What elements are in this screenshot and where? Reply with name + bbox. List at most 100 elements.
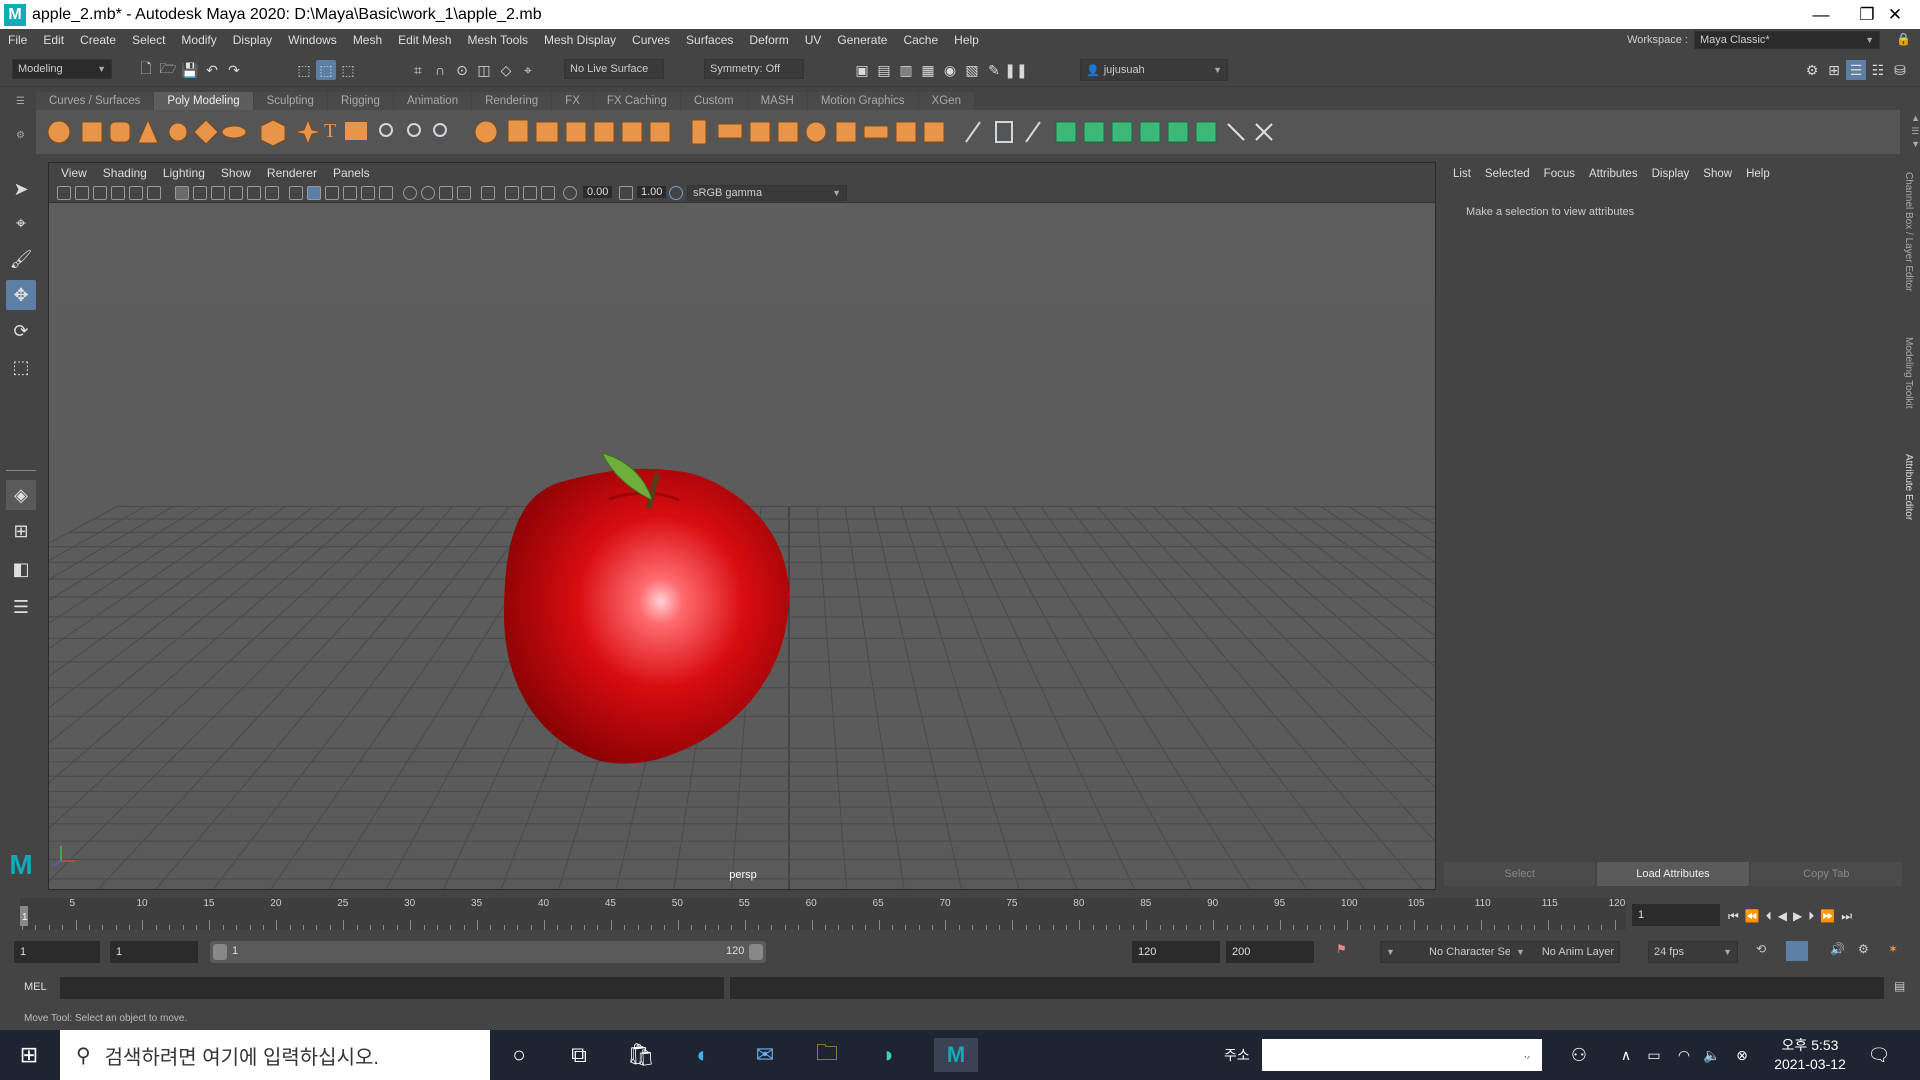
two-view-layout-icon[interactable]: ◧ [6, 554, 36, 584]
paint-select-tool-icon[interactable]: 🖌 [6, 244, 36, 274]
select-button[interactable]: Select [1444, 862, 1596, 886]
hypershade-icon[interactable]: ◉ [940, 60, 960, 80]
attr-menu-selected[interactable]: Selected [1478, 168, 1537, 180]
app-icon[interactable]: ◗ [872, 1038, 906, 1072]
attr-menu-attributes[interactable]: Attributes [1582, 168, 1645, 180]
shelf-menu-icon[interactable]: ☰ [16, 96, 25, 107]
smooth-shade-icon[interactable] [307, 186, 321, 200]
people-icon[interactable]: ⚇ [1566, 1038, 1592, 1072]
outliner-layout-icon[interactable]: ☰ [6, 592, 36, 622]
two-d-pan-zoom-icon[interactable] [129, 186, 143, 200]
wireframe-icon[interactable] [289, 186, 303, 200]
shelf-tab-rigging[interactable]: Rigging [327, 92, 393, 110]
sound-icon[interactable]: 🔊 [1830, 942, 1845, 956]
lock-icon[interactable]: 🔒 [1896, 32, 1911, 46]
range-end-handle[interactable] [749, 944, 763, 960]
shelf-tab-motion-graphics[interactable]: Motion Graphics [807, 92, 918, 110]
shelf-tab-curves-surfaces[interactable]: Curves / Surfaces [36, 92, 154, 110]
script-editor-icon[interactable]: ▤ [1894, 979, 1905, 993]
loop-icon[interactable]: ⟲ [1756, 942, 1766, 956]
menu-file[interactable]: File [0, 33, 35, 47]
symmetry-dropdown[interactable]: Symmetry: Off [704, 59, 804, 79]
play-forwards-icon[interactable]: ▶ [1793, 909, 1802, 923]
playback-start-field[interactable]: 1 [110, 941, 198, 963]
menu-help[interactable]: Help [946, 33, 987, 47]
file-explorer-icon[interactable]: 🗀 [810, 1038, 844, 1072]
load-attributes-button[interactable]: Load Attributes [1597, 862, 1749, 886]
new-scene-icon[interactable]: 🗋 [136, 60, 156, 80]
shadows-icon[interactable] [379, 186, 393, 200]
anim-layer-dropdown[interactable]: ▼ No Anim Layer [1510, 941, 1620, 963]
minimize-button[interactable]: — [1798, 0, 1844, 29]
menu-modify[interactable]: Modify [173, 33, 224, 47]
gate-mask-icon[interactable] [229, 186, 243, 200]
fps-dropdown[interactable]: 24 fps ▼ [1648, 941, 1738, 963]
go-to-end-icon[interactable]: ⏭ [1841, 909, 1852, 924]
light-editor-icon[interactable]: ✎ [984, 60, 1004, 80]
pause-viewport-icon[interactable]: ❚❚ [1004, 60, 1027, 80]
system-clock[interactable]: 오후 5:53 2021-03-12 [1770, 1036, 1850, 1074]
single-perspective-layout-icon[interactable]: ◈ [6, 480, 36, 510]
maya-taskbar-icon[interactable]: M [934, 1038, 978, 1072]
tab-modeling-toolkit[interactable]: Modeling Toolkit [1903, 337, 1914, 409]
battery-icon[interactable]: ▭ [1642, 1038, 1666, 1072]
viewport-menu-lighting[interactable]: Lighting [155, 166, 213, 180]
animation-end-field[interactable]: 200 [1226, 941, 1314, 963]
shelf-options-icon[interactable]: ⚙ [16, 130, 25, 141]
ipr-render-icon[interactable]: ▥ [896, 60, 916, 80]
grid-toggle-icon[interactable] [175, 186, 189, 200]
step-forward-frame-icon[interactable]: ⏵ [1808, 909, 1814, 924]
range-slider-bar[interactable]: 1 120 [210, 941, 766, 963]
taskbar-search-box[interactable]: ⚲ 검색하려면 여기에 입력하십시오. [60, 1030, 490, 1080]
depth-of-field-icon[interactable] [457, 186, 471, 200]
color-space-dropdown[interactable]: sRGB gamma ▼ [687, 185, 847, 201]
shelf-scroll-icon[interactable]: ▲ ☰ ▼ [1911, 112, 1920, 151]
menu-mesh-display[interactable]: Mesh Display [536, 33, 624, 47]
safe-action-icon[interactable] [265, 186, 279, 200]
camera-select-icon[interactable] [57, 186, 71, 200]
snap-curve-icon[interactable]: ∩ [430, 60, 450, 80]
resolution-gate-icon[interactable] [211, 186, 225, 200]
cortana-icon[interactable]: ○ [502, 1038, 536, 1072]
select-component-icon[interactable]: ⬚ [338, 60, 358, 80]
undo-icon[interactable]: ↶ [202, 60, 222, 80]
tab-attribute-editor[interactable]: Attribute Editor [1903, 454, 1914, 520]
attr-menu-focus[interactable]: Focus [1537, 168, 1582, 180]
modeling-toolkit-toggle-icon[interactable]: ⚙ [1802, 60, 1822, 80]
exposure-value[interactable]: 0.00 [583, 186, 613, 198]
wifi-icon[interactable]: ◠ [1672, 1038, 1696, 1072]
workspace-dropdown[interactable]: Maya Classic* ▼ [1694, 31, 1880, 49]
shelf-tab-fx-caching[interactable]: FX Caching [593, 92, 680, 110]
cache-playback-icon[interactable] [1786, 941, 1808, 961]
menu-generate[interactable]: Generate [829, 33, 895, 47]
viewport-panel[interactable]: View Shading Lighting Show Renderer Panels 0.… [48, 162, 1436, 890]
open-scene-icon[interactable]: 🗁 [158, 60, 178, 80]
snap-surface-icon[interactable]: ◇ [496, 60, 516, 80]
viewport-menu-view[interactable]: View [53, 166, 95, 180]
playback-end-field[interactable]: 120 [1132, 941, 1220, 963]
film-gate-icon[interactable] [193, 186, 207, 200]
select-object-icon[interactable]: ⬚ [316, 60, 336, 80]
menu-windows[interactable]: Windows [280, 33, 345, 47]
grease-pencil-icon[interactable] [147, 186, 161, 200]
ime-icon[interactable]: ⊗ [1730, 1038, 1754, 1072]
refresh-icon[interactable]: ↻ [1510, 1038, 1536, 1072]
task-view-icon[interactable]: ⧉ [562, 1038, 596, 1072]
xray-active-icon[interactable] [523, 186, 537, 200]
viewport-canvas[interactable] [49, 204, 1436, 890]
attr-menu-help[interactable]: Help [1739, 168, 1777, 180]
animation-settings-icon[interactable]: ✶ [1888, 942, 1898, 956]
use-all-lights-icon[interactable] [361, 186, 375, 200]
viewport-menu-shading[interactable]: Shading [95, 166, 155, 180]
shelf-tab-rendering[interactable]: Rendering [472, 92, 552, 110]
shelf-tab-custom[interactable]: Custom [680, 92, 747, 110]
mail-icon[interactable]: ✉ [748, 1038, 782, 1072]
screen-space-ao-icon[interactable] [403, 186, 417, 200]
time-slider-track[interactable]: 5 10 15 20 25 30 35 40 45 50 55 60 65 70 75 80 85 90 95 100… [20, 898, 1626, 930]
menu-edit[interactable]: Edit [35, 33, 72, 47]
menu-deform[interactable]: Deform [741, 33, 796, 47]
menu-set-dropdown[interactable]: Modeling ▼ [12, 59, 112, 79]
attr-menu-list[interactable]: List [1446, 168, 1478, 180]
render-settings-icon[interactable]: ▦ [918, 60, 938, 80]
step-forward-key-icon[interactable]: ⏩ [1820, 909, 1835, 923]
